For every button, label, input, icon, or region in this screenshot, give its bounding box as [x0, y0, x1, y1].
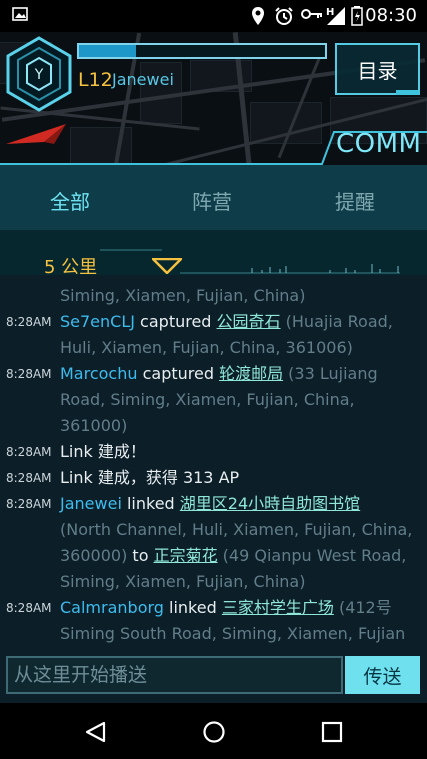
agent-name[interactable]: Se7enCLJ	[60, 312, 135, 331]
feed-timestamp: 8:28AM	[6, 601, 52, 615]
xp-progress-bar	[77, 43, 327, 59]
message-text: linked	[163, 598, 222, 617]
agent-name[interactable]: Marcochu	[60, 364, 138, 383]
send-button[interactable]: 传送	[345, 656, 420, 694]
tab-alerts[interactable]: 提醒	[335, 186, 375, 215]
feed-message: Siming, Xiamen, Fujian, China)	[60, 283, 415, 309]
recents-icon[interactable]	[321, 721, 343, 743]
home-icon[interactable]	[202, 720, 226, 744]
ops-button-corner	[396, 90, 420, 95]
tab-all[interactable]: 全部	[50, 186, 90, 215]
portal-link[interactable]: 公园奇石	[217, 312, 281, 331]
agent-name[interactable]: Janewei	[60, 494, 122, 513]
message-text: linked	[121, 494, 180, 513]
message-text: Link 建成！	[60, 442, 146, 461]
message-text: to	[127, 546, 154, 565]
feed-message: Link 建成！	[60, 439, 415, 465]
image-icon	[12, 6, 28, 26]
level-badge-icon[interactable]: Y	[4, 36, 74, 112]
broadcast-input[interactable]: 从这里开始播送	[6, 656, 343, 694]
message-text: captured	[134, 312, 217, 331]
xp-progress-fill	[79, 45, 136, 57]
feed-message: Se7enCLJ captured 公园奇石 (Huajia Road, Hul…	[60, 309, 415, 361]
feed-timestamp: 8:28AM	[6, 471, 52, 485]
feed-message: Calmranborg linked 三家村学生广场 (412号 Siming …	[60, 595, 415, 643]
location-icon	[251, 6, 265, 31]
alarm-icon	[274, 6, 294, 31]
agent-name[interactable]: Calmranborg	[60, 598, 164, 617]
portal-link[interactable]: 湖里区24小時自助图书馆	[180, 494, 360, 513]
feed-timestamp: 8:28AM	[6, 315, 52, 329]
comm-title: COMM	[336, 129, 422, 159]
clock-time: 08:30	[365, 5, 417, 26]
feed-message: Marcochu captured 轮渡邮局 (33 Lujiang Road,…	[60, 361, 415, 439]
feed-message: Link 建成，获得 313 AP	[60, 465, 415, 491]
message-text: captured	[137, 364, 220, 383]
portal-link[interactable]: 轮渡邮局	[219, 364, 283, 383]
portal-link[interactable]: 三家村学生广场	[222, 598, 334, 617]
battery-icon	[351, 6, 363, 31]
feed-message: Janewei linked 湖里区24小時自助图书馆 (North Chann…	[60, 491, 415, 595]
comm-feed[interactable]: Siming, Xiamen, Fujian, China) 8:28AM Se7e…	[0, 275, 427, 643]
player-name[interactable]: Janewei	[112, 70, 174, 89]
portal-link[interactable]: 正宗菊花	[154, 546, 218, 565]
message-text: Link 建成，获得 313 AP	[60, 468, 240, 487]
tab-faction[interactable]: 阵营	[192, 186, 232, 215]
player-level: L12	[78, 69, 113, 91]
range-handle-icon[interactable]	[152, 258, 182, 274]
status-bar: H 08:30	[0, 0, 427, 32]
feed-timestamp: 8:28AM	[6, 445, 52, 459]
back-icon[interactable]	[84, 721, 106, 743]
signal-icon	[326, 6, 346, 31]
key-icon	[301, 6, 323, 26]
feed-timestamp: 8:28AM	[6, 367, 52, 381]
svg-text:Y: Y	[34, 67, 44, 83]
feed-timestamp: 8:28AM	[6, 497, 52, 511]
system-nav-bar	[0, 703, 427, 759]
portal-address: Siming, Xiamen, Fujian, China)	[60, 286, 306, 305]
